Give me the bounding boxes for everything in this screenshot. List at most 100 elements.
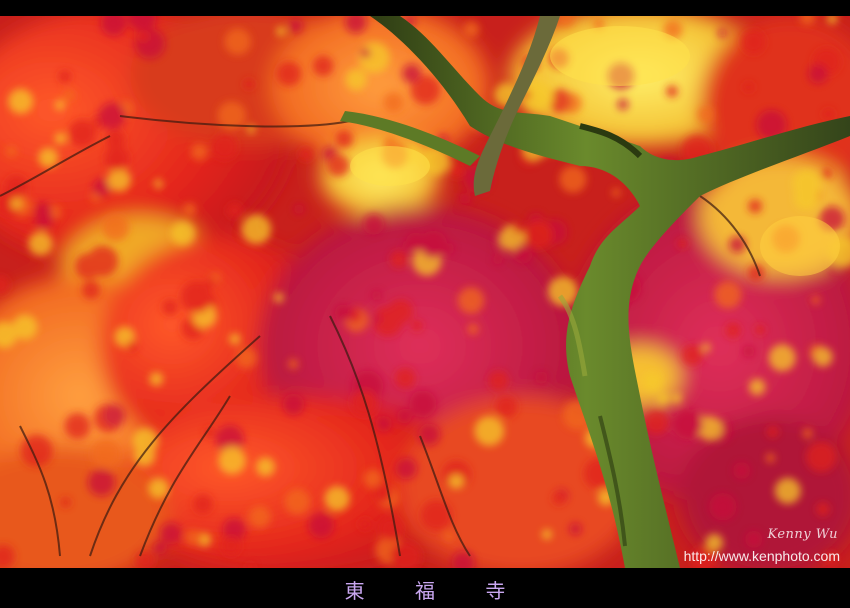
leaf-speckle [495, 395, 518, 418]
leaf-speckle [375, 415, 392, 432]
leaf-speckle [701, 343, 711, 352]
leaf-speckle [405, 232, 426, 252]
leaf-speckle [190, 143, 208, 161]
leaf-speckle [60, 497, 71, 508]
leaf-speckle [459, 192, 471, 205]
leaf-speckle [443, 531, 454, 542]
leaf-speckle [153, 541, 167, 555]
leaf-speckle [535, 371, 548, 384]
leaf-speckle [180, 281, 213, 314]
leaf-speckle [284, 488, 311, 515]
leaf-speckle [666, 85, 678, 98]
leaf-speckle [671, 393, 682, 404]
leaf-speckle [256, 457, 275, 477]
leaf-speckle [767, 426, 779, 438]
leaf-speckle [82, 281, 100, 299]
leaf-speckle [5, 145, 17, 157]
leaf-speckle [559, 165, 587, 193]
leaf-speckle [229, 333, 241, 345]
leaf-speckle [709, 493, 737, 521]
leaf-speckle [102, 214, 130, 242]
leaf-speckle [335, 130, 353, 148]
leaf-speckle [87, 468, 116, 497]
leaf-speckle [714, 281, 742, 309]
leaf-speckle [288, 19, 303, 34]
leaf-speckle [248, 505, 271, 529]
leaf-speckle [697, 106, 714, 123]
leaf-speckle [383, 92, 404, 113]
leaf-speckle [218, 446, 246, 475]
leaf-speckle [211, 133, 238, 160]
leaf-speckle [492, 254, 503, 265]
leaf-speckle [733, 462, 751, 480]
leaf-speckle [488, 370, 509, 391]
leaf-speckle [58, 70, 71, 83]
leaf-speckle [308, 512, 335, 539]
autumn-foliage-image [0, 16, 850, 568]
leaf-speckle [104, 146, 130, 171]
leaf-speckle [524, 220, 553, 249]
leaf-speckle [755, 324, 765, 335]
leaf-speckle [299, 147, 314, 162]
leaf-speckle [273, 292, 284, 303]
leaf-speckle [677, 238, 688, 249]
leaf-speckle [282, 393, 305, 416]
leaf-speckle [276, 61, 302, 86]
leaf-speckle [811, 295, 820, 305]
leaf-speckle [725, 322, 741, 338]
leaf-speckle [821, 168, 832, 179]
leaf-speckle [138, 31, 149, 42]
leaf-speckle [149, 372, 164, 386]
leaf-speckle [312, 55, 334, 77]
leaf-speckle [552, 491, 566, 505]
leaf-speckle [148, 478, 169, 499]
leaf-speckle [656, 392, 670, 405]
leaf-speckle [345, 68, 368, 91]
leaf-speckle [642, 372, 663, 393]
caption-title: 東 福 寺 [344, 578, 528, 603]
leaf-speckle [288, 358, 299, 370]
leaf-speckle [276, 26, 286, 36]
leaf-speckle [681, 344, 703, 366]
leaf-speckle [743, 82, 754, 93]
leaf-speckle [334, 304, 352, 322]
leaf-speckle [808, 64, 828, 84]
leaf-speckle [378, 516, 403, 541]
leaf-speckle [106, 130, 125, 149]
leaf-speckle [54, 100, 65, 111]
leaf-speckle [8, 88, 34, 114]
leaf-speckle [409, 390, 437, 418]
leaf-speckle [91, 439, 122, 469]
leaf-speckle [159, 522, 183, 545]
leaf-speckle [793, 185, 819, 211]
leaf-speckle [513, 244, 533, 264]
leaf-speckle [611, 188, 621, 197]
leaf-speckle [226, 202, 243, 219]
leaf-speckle [822, 108, 834, 120]
leaf-speckle [397, 408, 412, 424]
leaf-speckle [327, 154, 350, 177]
leaf-speckle [829, 266, 839, 276]
leaf-speckle [35, 202, 52, 219]
leaf-speckle [243, 78, 255, 90]
leaf-speckle [774, 477, 801, 504]
leaf-speckle [107, 168, 131, 192]
leaf-speckle [193, 494, 213, 514]
leaf-speckle [395, 368, 416, 389]
leaf-speckle [448, 161, 465, 179]
leaf-speckle [224, 28, 251, 55]
leaf-speckle [743, 345, 755, 358]
photo: Kenny Wu http://www.kenphoto.com [0, 16, 850, 568]
leaf-speckle [293, 204, 304, 215]
leaf-speckle [672, 409, 703, 440]
leaf-speckle [126, 340, 138, 352]
leaf-speckle [805, 441, 837, 473]
leaf-speckle [28, 231, 53, 256]
leaf-speckle [185, 529, 202, 546]
leaf-speckle [813, 347, 833, 367]
leaf-speckle [474, 416, 505, 446]
leaf-speckle [411, 320, 423, 331]
leaf-speckle [388, 299, 413, 324]
leaf-speckle [68, 119, 96, 147]
leaf-speckle [617, 98, 629, 110]
